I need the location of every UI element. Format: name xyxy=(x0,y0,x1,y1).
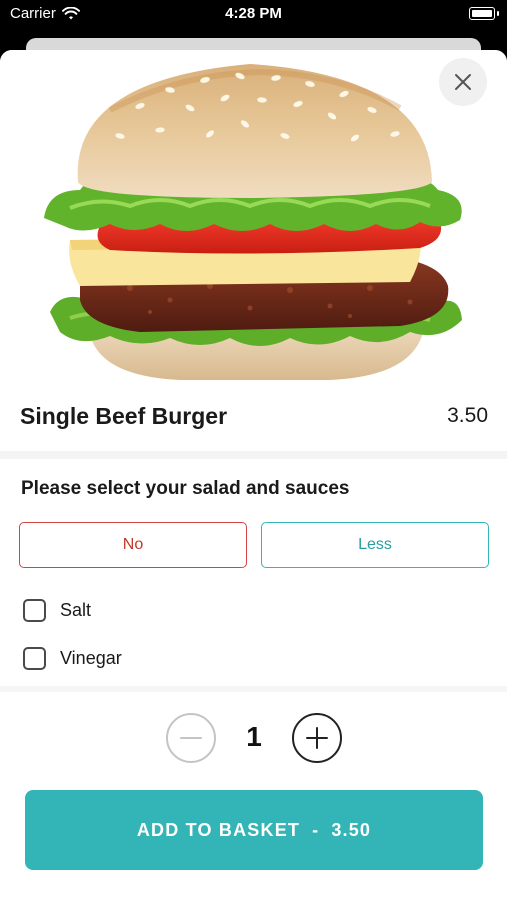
vinegar-checkbox[interactable] xyxy=(23,646,46,670)
increase-quantity-button[interactable] xyxy=(292,713,342,763)
add-to-basket-separator: - xyxy=(312,819,320,840)
product-header: Single Beef Burger 3.50 xyxy=(0,390,507,442)
salt-checkbox-row[interactable]: Salt xyxy=(23,596,91,624)
options-title: Please select your salad and sauces xyxy=(21,478,350,499)
status-time: 4:28 PM xyxy=(225,5,282,22)
close-icon xyxy=(455,74,471,90)
option-no-button[interactable]: No xyxy=(19,522,247,568)
decrease-quantity-button[interactable] xyxy=(166,713,216,763)
battery-icon xyxy=(469,7,499,20)
product-sheet: Single Beef Burger 3.50 Please select yo… xyxy=(0,50,507,900)
add-to-basket-button[interactable]: ADD TO BASKET - 3.50 xyxy=(25,790,483,870)
status-bar: Carrier 4:28 PM xyxy=(0,0,507,36)
product-price: 3.50 xyxy=(447,404,488,427)
add-to-basket-label: ADD TO BASKET xyxy=(136,819,301,840)
section-divider xyxy=(0,451,507,459)
vinegar-label: Vinegar xyxy=(60,647,122,668)
add-to-basket-price: 3.50 xyxy=(331,819,372,840)
salt-label: Salt xyxy=(60,599,92,620)
section-divider-2 xyxy=(0,686,507,692)
quantity-value: 1 xyxy=(246,721,262,752)
product-image xyxy=(0,50,507,382)
burger-photo xyxy=(44,64,462,380)
product-name: Single Beef Burger xyxy=(20,402,228,429)
minus-icon xyxy=(180,737,202,739)
plus-icon xyxy=(306,727,328,749)
option-less-button[interactable]: Less xyxy=(261,522,489,568)
quantity-stepper: 1 xyxy=(0,713,507,763)
vinegar-checkbox-row[interactable]: Vinegar xyxy=(23,644,122,672)
close-button[interactable] xyxy=(439,58,487,106)
salt-checkbox[interactable] xyxy=(23,598,46,622)
